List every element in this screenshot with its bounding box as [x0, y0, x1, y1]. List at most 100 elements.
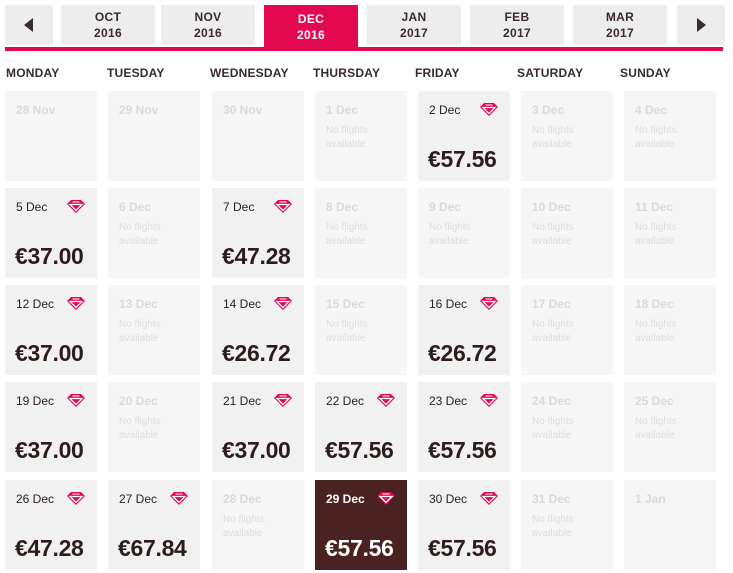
day-cell: 1 Dec No flights available — [315, 91, 407, 181]
day-date: 30 Dec — [429, 492, 468, 506]
day-cell: 13 Dec No flights available — [108, 285, 200, 375]
weekday-thursday: THURSDAY — [313, 66, 381, 80]
day-price: €67.84 — [118, 535, 187, 561]
diamond-icon — [274, 200, 292, 213]
day-date: 26 Dec — [16, 492, 55, 506]
day-date: 1 Dec — [326, 103, 359, 117]
month-tab-month: NOV — [194, 10, 222, 24]
month-tab-oct[interactable]: OCT 2016 — [61, 5, 155, 45]
day-date: 7 Dec — [223, 200, 255, 214]
diamond-icon — [67, 394, 85, 407]
day-cell: 29 Nov — [108, 91, 200, 181]
month-tab-feb[interactable]: FEB 2017 — [470, 5, 564, 45]
month-tab-jan[interactable]: JAN 2017 — [367, 5, 461, 45]
day-date: 29 Nov — [119, 103, 159, 117]
day-cell: 3 Dec No flights available — [521, 91, 613, 181]
day-date: 29 Dec — [326, 492, 365, 506]
day-cell[interactable]: 7 Dec €47.28 — [212, 188, 304, 278]
no-flights-label: No flights available — [532, 514, 574, 539]
day-cell[interactable]: 30 Dec €57.56 — [418, 480, 510, 570]
month-tab-year: 2016 — [94, 26, 122, 40]
no-flights-label: No flights available — [635, 125, 677, 150]
day-cell[interactable]: 22 Dec €57.56 — [315, 382, 407, 472]
day-date: 22 Dec — [326, 394, 365, 408]
month-tab-nov[interactable]: NOV 2016 — [161, 5, 255, 45]
month-tab-year: 2017 — [400, 26, 428, 40]
month-tab-mar[interactable]: MAR 2017 — [573, 5, 667, 45]
no-flights-label: No flights available — [429, 222, 471, 247]
day-price: €57.56 — [428, 437, 497, 463]
no-flights-label: No flights available — [326, 319, 368, 344]
diamond-icon — [480, 103, 498, 116]
diamond-icon — [170, 492, 188, 505]
day-date: 12 Dec — [16, 297, 55, 311]
diamond-icon — [377, 492, 395, 505]
month-tab-month: OCT — [94, 10, 122, 24]
no-flights-label: No flights available — [326, 125, 368, 150]
day-price: €37.00 — [15, 437, 84, 463]
month-nav-underline — [5, 47, 723, 51]
day-cell: 18 Dec No flights available — [624, 285, 716, 375]
no-flights-label: No flights available — [635, 319, 677, 344]
no-flights-label: No flights available — [119, 319, 161, 344]
month-tab-month: MAR — [605, 10, 635, 24]
day-cell[interactable]: 21 Dec €37.00 — [212, 382, 304, 472]
day-cell[interactable]: 5 Dec €37.00 — [5, 188, 97, 278]
next-month-button[interactable] — [677, 5, 725, 45]
day-price: €57.56 — [428, 535, 497, 561]
weekday-tuesday: TUESDAY — [107, 66, 165, 80]
diamond-icon — [480, 492, 498, 505]
day-date: 24 Dec — [532, 394, 571, 408]
day-date: 20 Dec — [119, 394, 158, 408]
no-flights-label: No flights available — [119, 416, 161, 441]
no-flights-label: No flights available — [532, 125, 574, 150]
day-cell[interactable]: 26 Dec €47.28 — [5, 480, 97, 570]
day-date: 25 Dec — [635, 394, 674, 408]
day-cell[interactable]: 29 Dec €57.56 — [315, 480, 407, 570]
month-tab-month: DEC — [297, 11, 325, 26]
day-cell[interactable]: 12 Dec €37.00 — [5, 285, 97, 375]
no-flights-label: No flights available — [532, 222, 574, 247]
month-tab-dec[interactable]: DEC 2016 — [264, 5, 358, 48]
day-date: 14 Dec — [223, 297, 262, 311]
weekday-saturday: SATURDAY — [517, 66, 584, 80]
day-date: 6 Dec — [119, 200, 152, 214]
weekday-monday: MONDAY — [6, 66, 60, 80]
day-cell: 1 Jan — [624, 480, 716, 570]
day-cell: 4 Dec No flights available — [624, 91, 716, 181]
day-price: €47.28 — [15, 535, 84, 561]
day-cell: 28 Dec No flights available — [212, 480, 304, 570]
day-cell[interactable]: 2 Dec €57.56 — [418, 91, 510, 181]
no-flights-label: No flights available — [635, 222, 677, 247]
day-date: 9 Dec — [429, 200, 462, 214]
weekday-friday: FRIDAY — [415, 66, 460, 80]
diamond-icon — [377, 394, 395, 407]
day-date: 15 Dec — [326, 297, 365, 311]
chevron-right-icon — [697, 18, 706, 32]
prev-month-button[interactable] — [5, 5, 53, 45]
day-cell[interactable]: 16 Dec €26.72 — [418, 285, 510, 375]
no-flights-label: No flights available — [532, 319, 574, 344]
day-cell[interactable]: 23 Dec €57.56 — [418, 382, 510, 472]
day-price: €37.00 — [15, 243, 84, 269]
no-flights-label: No flights available — [223, 514, 265, 539]
day-cell[interactable]: 14 Dec €26.72 — [212, 285, 304, 375]
day-price: €57.56 — [428, 146, 497, 172]
day-cell: 11 Dec No flights available — [624, 188, 716, 278]
month-tab-year: 2016 — [297, 27, 325, 42]
day-date: 3 Dec — [532, 103, 565, 117]
no-flights-label: No flights available — [326, 222, 368, 247]
day-date: 5 Dec — [16, 200, 48, 214]
diamond-icon — [480, 394, 498, 407]
day-cell[interactable]: 19 Dec €37.00 — [5, 382, 97, 472]
day-date: 17 Dec — [532, 297, 571, 311]
day-cell[interactable]: 27 Dec €67.84 — [108, 480, 200, 570]
day-cell: 20 Dec No flights available — [108, 382, 200, 472]
diamond-icon — [67, 297, 85, 310]
day-date: 23 Dec — [429, 394, 468, 408]
day-date: 11 Dec — [635, 200, 674, 214]
day-date: 4 Dec — [635, 103, 668, 117]
day-date: 30 Nov — [223, 103, 263, 117]
day-cell: 8 Dec No flights available — [315, 188, 407, 278]
day-price: €37.00 — [222, 437, 291, 463]
